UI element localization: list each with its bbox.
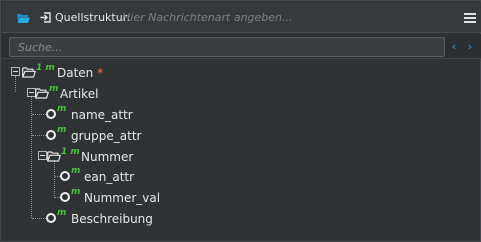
source-structure-panel: Quellstruktur: ‹ › 1 m Daten * m A (0, 0, 481, 242)
attribute-circle-icon (46, 109, 56, 119)
source-structure-label: Quellstruktur: (55, 11, 131, 24)
cardinality-badge: m (57, 104, 67, 114)
tree-connector (15, 76, 16, 92)
folder-open-icon (47, 151, 61, 162)
search-bar: ‹ › (2, 34, 481, 59)
search-input[interactable] (9, 37, 445, 57)
cardinality-badge: m (57, 208, 67, 218)
tree-node-beschreibung[interactable]: Beschreibung (71, 212, 153, 226)
tree-node-artikel[interactable]: Artikel (60, 87, 98, 101)
cardinality-badge: 1 m (61, 147, 80, 157)
attribute-circle-icon (60, 192, 70, 202)
collapse-toggle-daten[interactable] (11, 67, 20, 76)
tree-node-ean-attr[interactable]: ean_attr (84, 170, 134, 184)
previous-result-button[interactable]: ‹ (448, 39, 460, 55)
tree-node-name-attr[interactable]: name_attr (71, 108, 133, 122)
import-icon[interactable] (40, 12, 51, 23)
tree-connector (32, 218, 46, 219)
folder-open-icon (35, 88, 49, 99)
cardinality-badge: m (71, 187, 81, 197)
next-result-button[interactable]: › (464, 39, 476, 55)
message-type-input[interactable] (122, 6, 452, 28)
folder-open-icon (22, 67, 36, 78)
tree-connector (31, 97, 32, 218)
tree-node-daten[interactable]: Daten * (57, 66, 103, 80)
tree-connector (32, 114, 46, 115)
tree-connector (32, 135, 46, 136)
tree-node-nummer[interactable]: Nummer (81, 150, 133, 164)
cardinality-badge: m (57, 125, 67, 135)
attribute-circle-icon (46, 213, 56, 223)
folder-open-icon[interactable] (17, 13, 30, 23)
collapse-toggle-nummer[interactable] (38, 151, 47, 160)
cardinality-badge: m (71, 166, 81, 176)
tree-connector (54, 160, 55, 198)
required-marker: * (97, 66, 104, 80)
cardinality-badge: 1 m (36, 63, 55, 73)
hamburger-menu-icon[interactable] (464, 13, 476, 23)
tree-node-nummer-val[interactable]: Nummer_val (84, 191, 160, 205)
attribute-circle-icon (46, 130, 56, 140)
tree-node-gruppe-attr[interactable]: gruppe_attr (71, 129, 141, 143)
cardinality-badge: m (49, 84, 59, 94)
panel-header: Quellstruktur: (2, 2, 481, 33)
attribute-circle-icon (60, 171, 70, 181)
structure-tree: 1 m Daten * m Artikel m name_attr m grup… (1, 59, 481, 242)
